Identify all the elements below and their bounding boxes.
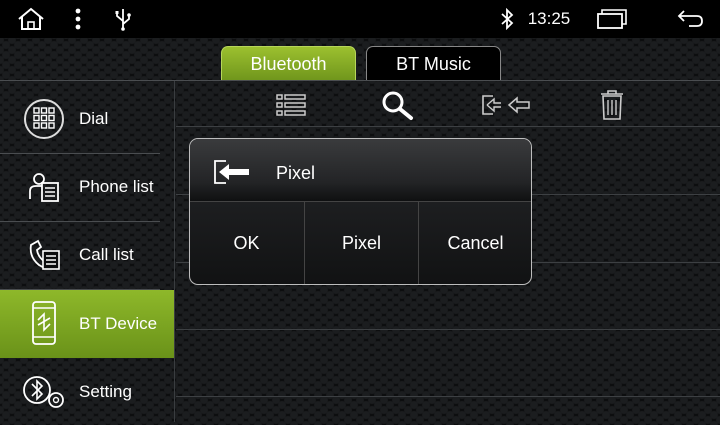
sidebar-item-phone-list[interactable]: Phone list [0, 154, 174, 220]
sidebar-item-label: BT Device [79, 314, 158, 333]
back-icon[interactable] [672, 0, 708, 38]
recent-apps-icon[interactable] [592, 0, 632, 38]
dialog-header: Pixel [190, 139, 531, 201]
list-icon[interactable] [271, 86, 311, 124]
bt-device-icon [20, 296, 68, 350]
dialpad-icon [20, 92, 68, 146]
search-icon[interactable] [377, 86, 417, 124]
bluetooth-icon [496, 0, 518, 38]
cancel-button[interactable]: Cancel [418, 202, 531, 284]
dialog-button-row: OK Pixel Cancel [190, 201, 531, 284]
usb-icon [110, 0, 136, 38]
sidebar-item-setting[interactable]: Setting [0, 359, 174, 425]
sidebar-item-label: Call list [79, 245, 134, 264]
sidebar-item-label: Phone list [79, 177, 154, 196]
connection-dialog: Pixel OK Pixel Cancel [189, 138, 532, 285]
tab-bluetooth[interactable]: Bluetooth [221, 46, 356, 81]
dialog-title: Pixel [276, 163, 316, 183]
bt-settings-icon [20, 365, 68, 419]
sidebar-item-call-list[interactable]: Call list [0, 222, 174, 288]
overflow-menu-icon[interactable] [68, 0, 88, 38]
ok-button[interactable]: OK [190, 202, 303, 284]
sidebar-border [174, 81, 175, 422]
sidebar-item-label: Dial [79, 109, 109, 128]
sidebar-item-label: Setting [79, 382, 132, 401]
contacts-icon [20, 160, 68, 214]
list-row-divider [176, 396, 720, 397]
call-log-icon [20, 228, 68, 282]
sidebar: Dial Phone list Call list BT Device Sett… [0, 81, 174, 422]
sidebar-item-bt-device[interactable]: BT Device [0, 290, 174, 358]
tab-bt-music[interactable]: BT Music [366, 46, 501, 81]
home-icon[interactable] [14, 0, 48, 38]
status-bar: 13:25 [0, 0, 720, 38]
pixel-button[interactable]: Pixel [304, 202, 418, 284]
trash-icon[interactable] [592, 86, 632, 124]
list-row-divider [176, 329, 720, 330]
list-row-divider [176, 126, 720, 127]
connect-icon[interactable] [478, 86, 532, 124]
clock: 13:25 [527, 9, 571, 28]
incoming-connection-icon [212, 159, 252, 185]
sidebar-item-dial[interactable]: Dial [0, 86, 174, 152]
